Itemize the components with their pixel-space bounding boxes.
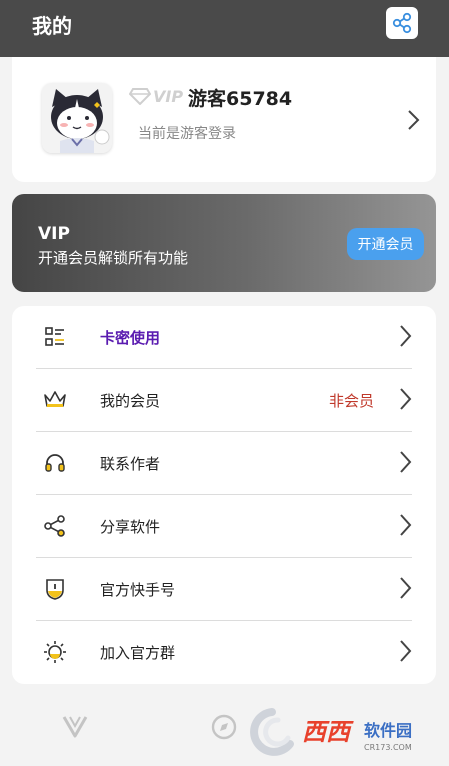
site-watermark-logo: 西西 软件园 CR173.COM [250, 708, 412, 756]
svg-text:CR173.COM: CR173.COM [364, 743, 412, 752]
menu-item-card-code[interactable]: 卡密使用 [12, 306, 436, 369]
cat-avatar-icon [42, 83, 112, 153]
chevron-right-icon [400, 514, 412, 536]
avatar[interactable] [42, 83, 112, 153]
top-bar: 我的 [0, 0, 449, 57]
menu-list: 卡密使用 我的会员 非会员 联系作者 分享软件 官方快手号 加入官方群 [12, 306, 436, 684]
vip-card-description: 开通会员解锁所有功能 [38, 249, 189, 267]
chevron-right-icon [400, 577, 412, 599]
chevron-right-icon [400, 640, 412, 662]
menu-item-label: 我的会员 [100, 392, 161, 410]
open-membership-button[interactable]: 开通会员 [347, 228, 424, 260]
diamond-icon [129, 88, 151, 105]
menu-item-label: 联系作者 [100, 455, 161, 473]
menu-item-label: 官方快手号 [100, 581, 176, 599]
menu-item-join-group[interactable]: 加入官方群 [12, 621, 436, 684]
page-title: 我的 [32, 14, 72, 38]
vip-badge: VIP [129, 85, 183, 107]
share-icon [42, 513, 68, 539]
vip-card-title: VIP [38, 224, 70, 244]
menu-item-official-kuaishou[interactable]: 官方快手号 [12, 558, 436, 621]
crown-icon [42, 387, 68, 413]
chevron-right-icon [400, 451, 412, 473]
sun-icon [42, 639, 68, 665]
menu-item-label: 分享软件 [100, 518, 161, 536]
shield-icon [42, 576, 68, 602]
chevron-right-icon [400, 325, 412, 347]
login-status: 当前是游客登录 [138, 126, 236, 142]
chevron-right-icon [408, 110, 420, 130]
headset-icon [42, 450, 68, 476]
username: 游客65784 [188, 88, 293, 110]
v-logo-icon[interactable] [62, 714, 88, 738]
menu-item-share-app[interactable]: 分享软件 [12, 495, 436, 558]
share-icon [392, 12, 412, 34]
profile-card[interactable]: VIP 游客65784 当前是游客登录 [12, 57, 436, 182]
membership-status: 非会员 [328, 392, 374, 410]
vip-badge-label: VIP [153, 86, 184, 106]
svg-text:西西: 西西 [302, 718, 354, 746]
chevron-right-icon [400, 388, 412, 410]
menu-item-label: 加入官方群 [100, 644, 176, 662]
vip-promo-card: VIP 开通会员解锁所有功能 开通会员 [12, 194, 436, 292]
menu-item-label: 卡密使用 [100, 329, 161, 347]
qr-card-icon [42, 324, 68, 350]
svg-text:软件园: 软件园 [364, 721, 412, 740]
compass-icon[interactable] [211, 714, 237, 740]
share-button[interactable] [386, 7, 418, 39]
menu-item-contact-author[interactable]: 联系作者 [12, 432, 436, 495]
menu-item-my-membership[interactable]: 我的会员 非会员 [12, 369, 436, 432]
